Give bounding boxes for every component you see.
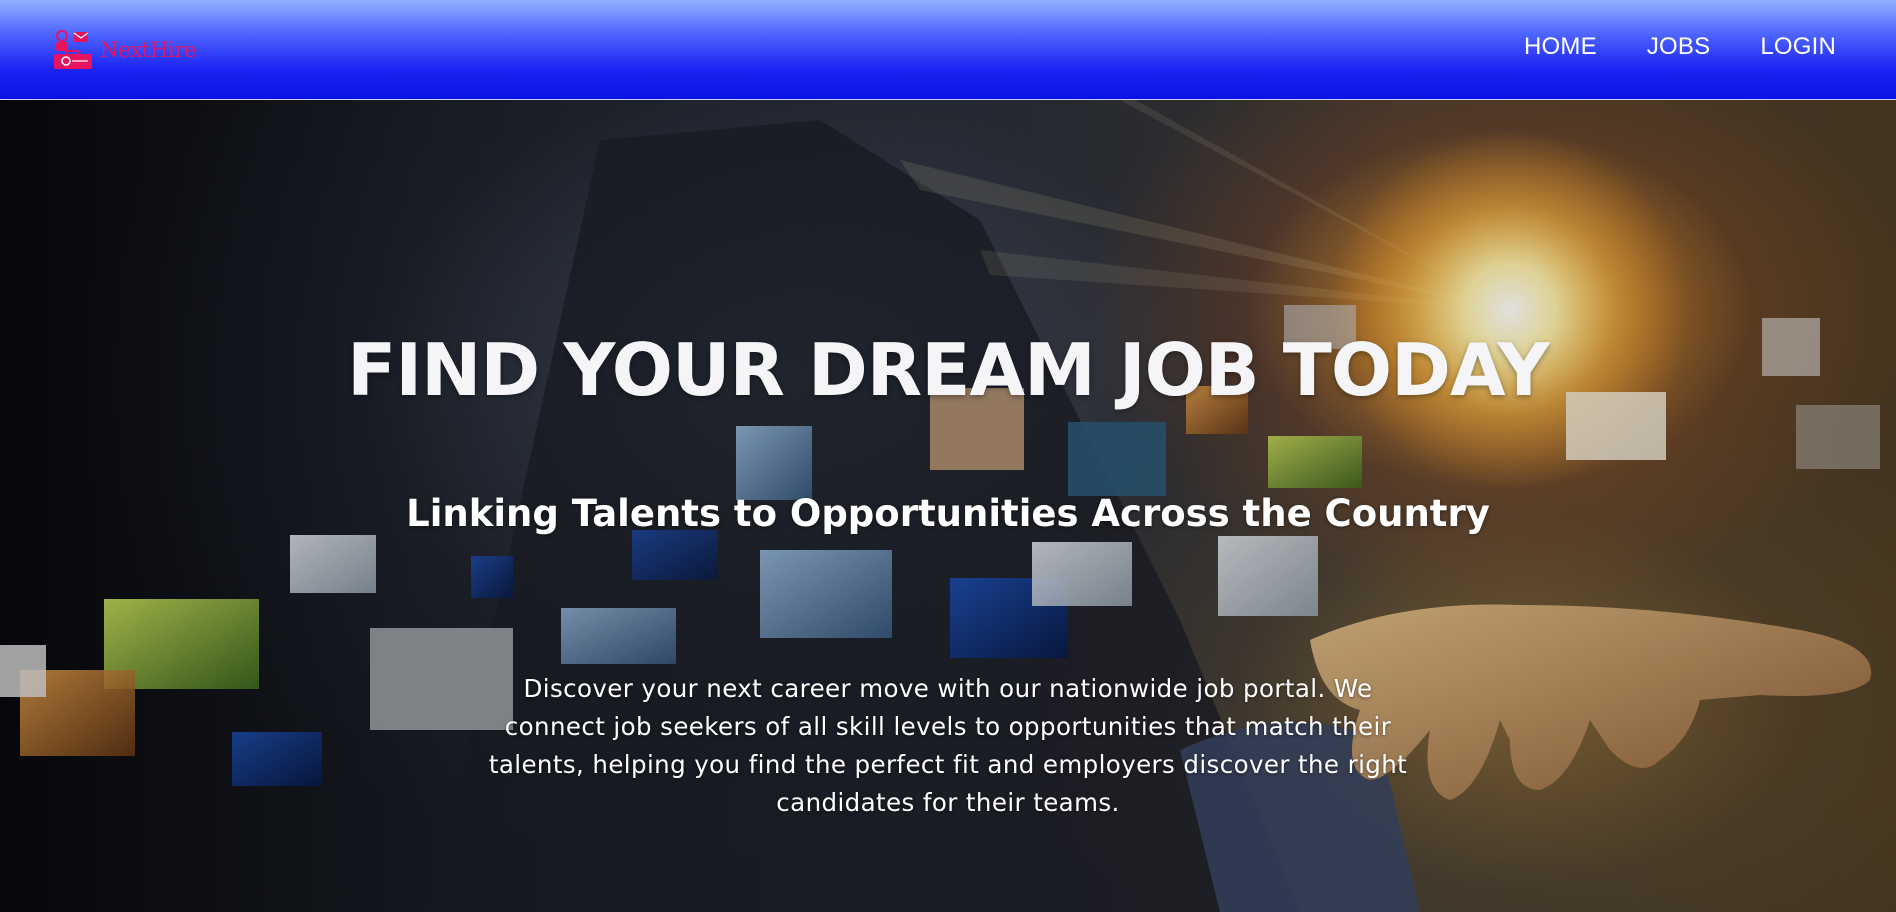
hero-description: Discover your next career move with our … xyxy=(488,674,1408,817)
nav-link-login[interactable]: LOGIN xyxy=(1760,33,1836,61)
nav-link-home[interactable]: HOME xyxy=(1524,33,1597,61)
top-navbar: NextHire HOME JOBS LOGIN xyxy=(0,0,1896,100)
nav-link-jobs[interactable]: JOBS xyxy=(1647,33,1710,61)
job-briefcase-mail-icon xyxy=(54,30,92,69)
hero-section: FIND YOUR DREAM JOB TODAY Linking Talent… xyxy=(0,100,1896,912)
hero-title: FIND YOUR DREAM JOB TODAY xyxy=(347,328,1550,412)
brand-name: NextHire xyxy=(100,38,197,62)
brand-logo-link[interactable]: NextHire xyxy=(52,28,196,72)
hero-subtitle: Linking Talents to Opportunities Across … xyxy=(406,492,1490,535)
main-navigation: HOME JOBS LOGIN xyxy=(1524,33,1836,61)
